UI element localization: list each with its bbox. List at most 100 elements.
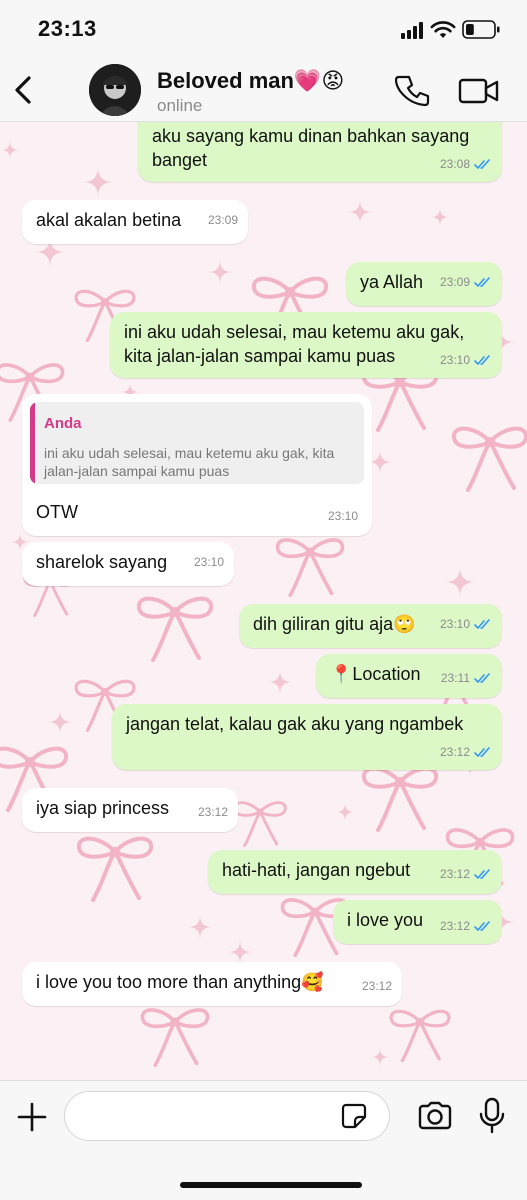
message-meta: 23:09 — [208, 208, 238, 232]
quote-text: ini aku udah selesai, mau ketemu aku gak… — [44, 445, 335, 479]
message-outgoing[interactable]: ya Allah 23:09 — [346, 262, 502, 306]
message-time: 23:12 — [361, 979, 392, 993]
message-incoming[interactable]: iya siap princess 23:12 — [22, 788, 238, 832]
message-text: iya siap princess — [36, 798, 170, 818]
message-outgoing[interactable]: dih giliran gitu aja🙄 23:10 — [239, 604, 502, 648]
message-meta: 23:12 — [440, 914, 492, 938]
sparkle-decoration — [445, 567, 475, 597]
message-time: 23:10 — [193, 555, 224, 569]
message-text: i love you too more than anything🥰 — [36, 972, 324, 992]
message-time: 23:09 — [207, 213, 238, 227]
bow-decoration — [77, 836, 153, 902]
double-check-icon — [474, 672, 490, 683]
camera-icon[interactable] — [417, 1101, 453, 1131]
bow-decoration — [140, 1008, 210, 1068]
message-text: akal akalan betina — [36, 210, 182, 230]
message-time: 23:12 — [439, 867, 470, 881]
double-check-icon — [474, 920, 490, 931]
message-meta: 23:10 — [328, 504, 358, 528]
message-incoming-reply[interactable]: Anda ini aku udah selesai, mau ketemu ak… — [22, 394, 372, 536]
message-text: ya Allah — [360, 272, 424, 292]
message-text: sharelok sayang — [36, 552, 168, 572]
message-text: dih giliran gitu aja🙄 — [253, 614, 416, 634]
sparkle-decoration — [371, 1048, 389, 1066]
message-meta: 23:12 — [440, 740, 492, 764]
message-time: 23:10 — [327, 509, 358, 523]
message-text: hati-hati, jangan ngebut — [222, 860, 411, 880]
quoted-message[interactable]: Anda ini aku udah selesai, mau ketemu ak… — [30, 402, 364, 484]
chat-header: Beloved man💗😡 online — [0, 58, 527, 122]
message-outgoing[interactable]: aku sayang kamu dinan bahkan sayang bang… — [138, 122, 502, 182]
bow-decoration — [452, 426, 527, 492]
sparkle-decoration — [188, 915, 212, 939]
double-check-icon — [474, 354, 490, 365]
sparkle-decoration — [48, 710, 72, 734]
video-camera-icon[interactable] — [458, 76, 500, 106]
message-text: ini aku udah selesai, mau ketemu aku gak… — [124, 322, 465, 366]
bow-decoration — [233, 801, 287, 847]
message-text: jangan telat, kalau gak aku yang ngambek — [126, 714, 464, 734]
message-incoming[interactable]: akal akalan betina 23:09 — [22, 200, 248, 244]
message-text: OTW — [36, 502, 78, 522]
message-incoming[interactable]: sharelok sayang 23:10 — [22, 542, 234, 586]
bow-decoration — [389, 1009, 451, 1063]
sparkle-decoration — [336, 803, 354, 821]
bow-decoration — [275, 538, 345, 598]
message-meta: 23:08 — [440, 152, 492, 176]
message-meta: 23:11 — [441, 666, 492, 690]
chevron-left-icon[interactable] — [10, 72, 38, 108]
message-meta: 23:10 — [194, 550, 224, 574]
message-outgoing-location[interactable]: 📍Location 23:11 — [316, 654, 502, 698]
quote-accent-bar — [30, 402, 35, 484]
sparkle-decoration — [83, 167, 113, 197]
message-meta: 23:12 — [440, 862, 492, 886]
double-check-icon — [474, 276, 490, 287]
message-outgoing[interactable]: jangan telat, kalau gak aku yang ngambek… — [112, 704, 502, 770]
contact-status: online — [157, 96, 203, 115]
message-outgoing[interactable]: hati-hati, jangan ngebut 23:12 — [208, 850, 502, 894]
message-time: 23:11 — [440, 671, 470, 685]
message-text: aku sayang kamu dinan bahkan sayang bang… — [152, 126, 470, 170]
phone-icon[interactable] — [395, 74, 431, 108]
message-meta: 23:10 — [440, 348, 492, 372]
avatar-image — [89, 64, 141, 116]
sparkle-decoration — [268, 670, 292, 694]
microphone-icon[interactable] — [478, 1097, 506, 1135]
message-incoming[interactable]: i love you too more than anything🥰 23:12 — [22, 962, 402, 1006]
message-time: 23:12 — [197, 805, 228, 819]
message-outgoing[interactable]: i love you 23:12 — [333, 900, 502, 944]
chat-area[interactable]: aku sayang kamu dinan bahkan sayang bang… — [0, 122, 527, 1080]
sparkle-decoration — [1, 141, 19, 159]
sparkle-decoration — [208, 260, 232, 284]
message-time: 23:10 — [439, 617, 470, 631]
message-text: 📍Location — [330, 664, 421, 684]
plus-icon[interactable] — [16, 1101, 48, 1133]
wifi-icon — [430, 21, 456, 38]
double-check-icon — [474, 158, 490, 169]
bow-decoration — [137, 596, 213, 662]
sparkle-decoration — [348, 200, 372, 224]
battery-icon — [462, 20, 500, 39]
bow-decoration — [362, 766, 438, 832]
message-time: 23:12 — [439, 745, 470, 759]
status-icons — [401, 20, 500, 39]
sticker-icon[interactable] — [340, 1102, 368, 1130]
double-check-icon — [474, 868, 490, 879]
sparkle-decoration — [228, 940, 252, 964]
avatar[interactable] — [89, 64, 141, 116]
contact-name[interactable]: Beloved man💗😡 — [157, 68, 344, 94]
status-time: 23:13 — [38, 16, 97, 41]
quote-author: Anda — [44, 415, 82, 432]
cellular-signal-icon — [401, 22, 423, 39]
composer-bar — [0, 1080, 527, 1200]
home-indicator[interactable] — [180, 1182, 362, 1188]
status-bar: 23:13 — [0, 0, 527, 58]
sparkle-decoration — [431, 208, 449, 226]
message-outgoing[interactable]: ini aku udah selesai, mau ketemu aku gak… — [110, 312, 502, 378]
message-meta: 23:12 — [362, 974, 392, 998]
double-check-icon — [474, 746, 490, 757]
message-time: 23:08 — [439, 157, 470, 171]
message-text: i love you — [347, 910, 424, 930]
message-time: 23:09 — [439, 275, 470, 289]
message-meta: 23:10 — [440, 612, 492, 636]
